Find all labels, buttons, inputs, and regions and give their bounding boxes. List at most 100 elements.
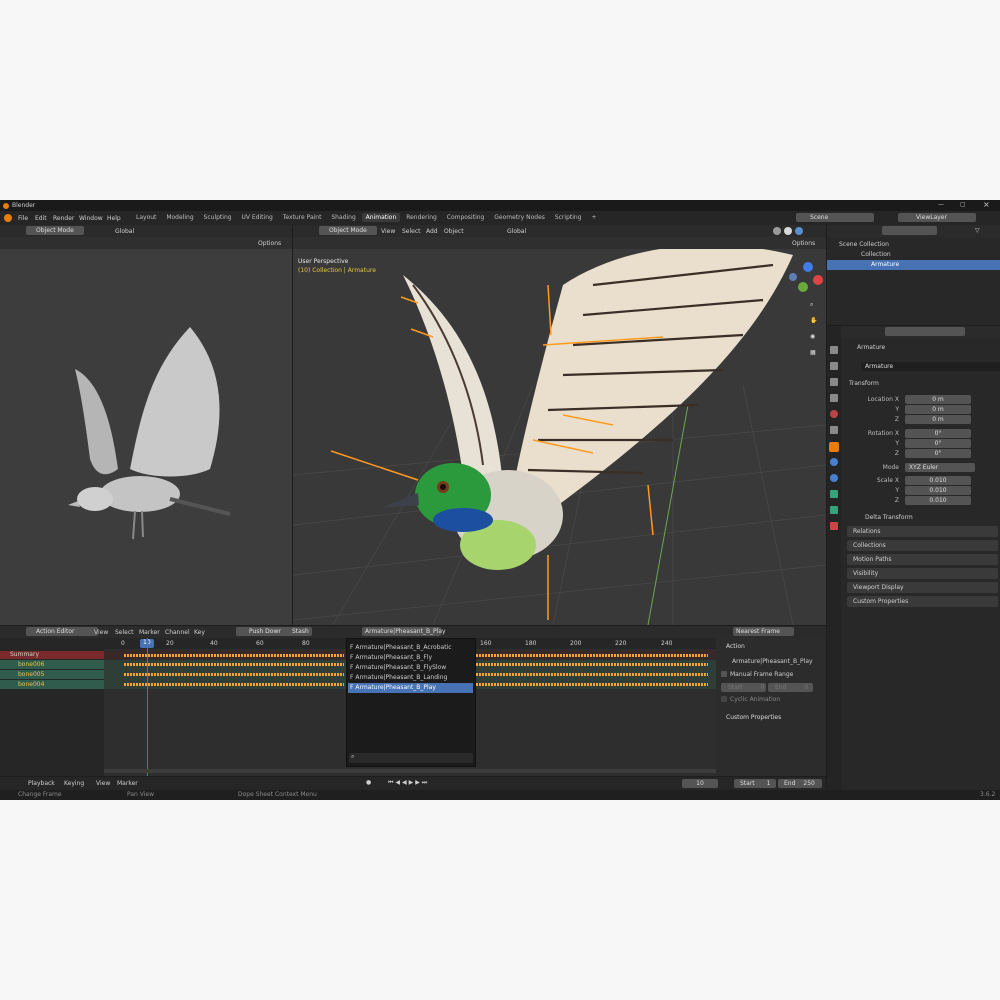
action-item-acrobatic[interactable]: F Armature|Pheasant_B_Acrobatic <box>350 643 452 653</box>
visibility-panel[interactable]: Visibility <box>847 568 998 579</box>
transform-panel-title[interactable]: Transform <box>849 380 879 387</box>
view-layer-selector[interactable]: ViewLayer <box>898 213 976 222</box>
left-options-button[interactable]: Options <box>258 240 281 247</box>
action-item-fly[interactable]: F Armature|Pheasant_B_Fly <box>350 653 432 663</box>
blender-menu-icon[interactable] <box>4 214 12 222</box>
scale-y-field[interactable]: 0.010 <box>905 486 971 495</box>
physics-tab-icon[interactable] <box>830 474 838 482</box>
scene-selector[interactable]: Scene <box>796 213 874 222</box>
collections-panel[interactable]: Collections <box>847 540 998 551</box>
main-menu-object[interactable]: Object <box>444 228 464 235</box>
maximize-icon[interactable]: ▢ <box>960 201 966 208</box>
tool-tab-icon[interactable] <box>830 346 838 354</box>
properties-search[interactable] <box>885 327 965 336</box>
manual-range-checkbox[interactable] <box>721 671 727 677</box>
summary-channel[interactable]: Summary <box>0 651 104 659</box>
main-orientation[interactable]: Global <box>507 228 526 235</box>
snap-selector[interactable]: Nearest Frame <box>733 627 794 636</box>
tab-layout[interactable]: Layout <box>132 213 160 222</box>
motion-paths-panel[interactable]: Motion Paths <box>847 554 998 565</box>
main-mode-selector[interactable]: Object Mode <box>319 226 377 235</box>
playhead-line[interactable] <box>147 638 148 776</box>
stash-button[interactable]: Stash <box>281 627 312 636</box>
rotation-z-field[interactable]: 0° <box>905 449 971 458</box>
menu-help[interactable]: Help <box>107 215 121 222</box>
rotation-x-field[interactable]: 0° <box>905 429 971 438</box>
location-y-field[interactable]: 0 m <box>905 405 971 414</box>
tab-compositing[interactable]: Compositing <box>443 213 489 222</box>
end-frame-field[interactable]: End 0 <box>768 683 813 692</box>
ds-menu-key[interactable]: Key <box>194 629 205 636</box>
summary-keyframes-right[interactable] <box>476 654 708 657</box>
action-panel-title[interactable]: Action <box>726 643 745 650</box>
scene-tab-icon[interactable] <box>830 410 838 418</box>
horizontal-scrollbar[interactable] <box>104 769 716 773</box>
render-tab-icon[interactable] <box>830 362 838 370</box>
sidebar-custom-properties[interactable]: Custom Properties <box>726 714 781 721</box>
summary-keyframes-left[interactable] <box>124 654 344 657</box>
left-mode-selector[interactable]: Object Mode <box>26 226 84 235</box>
tab-shading[interactable]: Shading <box>327 213 359 222</box>
channel-bone004[interactable]: bone004 <box>0 680 104 689</box>
menu-render[interactable]: Render <box>53 215 74 222</box>
shading-rendered-icon[interactable] <box>795 227 803 235</box>
outliner-item-armature[interactable]: Armature <box>827 260 1000 270</box>
relations-panel[interactable]: Relations <box>847 526 998 537</box>
tab-scripting[interactable]: Scripting <box>551 213 586 222</box>
tab-modeling[interactable]: Modeling <box>162 213 197 222</box>
main-menu-add[interactable]: Add <box>426 228 438 235</box>
rotation-y-field[interactable]: 0° <box>905 439 971 448</box>
tab-animation[interactable]: Animation <box>361 213 401 222</box>
zoom-icon[interactable]: ⌕ <box>810 301 813 309</box>
filter-icon[interactable]: ▽ <box>975 227 980 234</box>
ds-menu-select[interactable]: Select <box>115 629 134 636</box>
object-tab-icon[interactable] <box>829 442 839 452</box>
tl-menu-marker[interactable]: Marker <box>117 780 138 787</box>
current-frame-field[interactable]: 10 <box>682 779 718 788</box>
tab-rendering[interactable]: Rendering <box>402 213 441 222</box>
tab-uv-editing[interactable]: UV Editing <box>238 213 277 222</box>
delta-transform-panel[interactable]: Delta Transform <box>865 514 913 521</box>
main-options-button[interactable]: Options <box>792 240 815 247</box>
armature-data-tab-icon[interactable] <box>830 506 838 514</box>
shading-material-icon[interactable] <box>784 227 792 235</box>
minimize-icon[interactable]: — <box>938 201 944 208</box>
output-tab-icon[interactable] <box>830 378 838 386</box>
custom-properties-panel[interactable]: Custom Properties <box>847 596 998 607</box>
bone005-keyframes-right[interactable] <box>476 673 708 676</box>
tl-menu-playback[interactable]: Playback <box>28 780 55 787</box>
ds-menu-view[interactable]: View <box>94 629 108 636</box>
camera-icon[interactable]: ◉ <box>810 333 815 340</box>
modifiers-tab-icon[interactable] <box>830 458 838 466</box>
shading-solid-icon[interactable] <box>773 227 781 235</box>
main-menu-select[interactable]: Select <box>402 228 421 235</box>
bone004-keyframes-right[interactable] <box>476 683 708 686</box>
action-item-flyslow[interactable]: F Armature|Pheasant_B_FlySlow <box>350 663 446 673</box>
main-menu-view[interactable]: View <box>381 228 395 235</box>
end-field[interactable]: End 250 <box>778 779 822 788</box>
playback-controls-icon[interactable]: ⏮◀◀▶▶⏭ <box>388 779 429 787</box>
menu-file[interactable]: File <box>18 215 28 222</box>
bone006-keyframes-left[interactable] <box>124 663 344 666</box>
viewport-display-panel[interactable]: Viewport Display <box>847 582 998 593</box>
start-field[interactable]: Start 1 <box>734 779 776 788</box>
add-workspace-button[interactable]: + <box>587 213 600 222</box>
action-item-landing[interactable]: F Armature|Pheasant_B_Landing <box>350 673 447 683</box>
main-viewport[interactable]: Object Mode View Select Add Object Globa… <box>293 225 826 625</box>
bone006-keyframes-right[interactable] <box>476 663 708 666</box>
scale-z-field[interactable]: 0.010 <box>905 496 971 505</box>
channel-bone005[interactable]: bone005 <box>0 670 104 679</box>
action-selector[interactable]: Armature|Pheasant_B_Play <box>362 627 446 636</box>
close-icon[interactable]: × <box>983 200 990 209</box>
world-tab-icon[interactable] <box>830 426 838 434</box>
action-item-play[interactable]: F Armature|Pheasant_B_Play <box>348 683 473 693</box>
left-orientation[interactable]: Global <box>115 228 134 235</box>
texture-tab-icon[interactable] <box>830 522 838 530</box>
menu-edit[interactable]: Edit <box>35 215 47 222</box>
menu-window[interactable]: Window <box>79 215 103 222</box>
left-viewport[interactable]: Object Mode Global Options <box>0 225 292 625</box>
bone004-keyframes-left[interactable] <box>124 683 344 686</box>
channel-bone006[interactable]: bone006 <box>0 660 104 669</box>
push-down-button[interactable]: Push Down <box>236 627 286 636</box>
location-x-field[interactable]: 0 m <box>905 395 971 404</box>
